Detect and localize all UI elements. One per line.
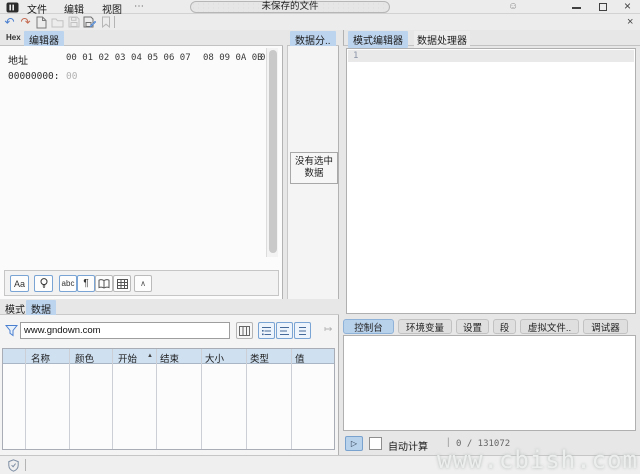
menu-bar: 文件 编辑 视图 ⋯ 未保存的文件 ☺ × (0, 0, 640, 16)
hex-column-header-right: 08 09 0A 0B (203, 53, 263, 63)
list-view-icon[interactable] (294, 322, 311, 339)
table-column-divider (156, 349, 157, 449)
column-value[interactable]: 值 (295, 351, 305, 365)
tab-data-processor[interactable]: 数据处理器 (414, 31, 470, 48)
ascii-view-button[interactable]: abc (59, 275, 77, 292)
column-start[interactable]: 开始 (118, 351, 137, 365)
new-file-icon[interactable] (34, 15, 49, 29)
auto-calc-label: 自动计算 (388, 442, 428, 453)
collapse-footer-button[interactable]: ∧ (134, 275, 152, 292)
undo-icon[interactable]: ↶ (2, 15, 17, 29)
table-columns-icon[interactable] (236, 322, 253, 339)
table-column-divider (69, 349, 70, 449)
panel-close-icon[interactable]: × (627, 16, 633, 28)
run-pattern-button[interactable]: ▷ (345, 436, 363, 451)
auto-evaluate-checkbox[interactable] (369, 437, 382, 450)
hex-column-header-left: 00 01 02 03 04 05 06 07 (66, 53, 191, 63)
hex-row-bytes[interactable]: 00 (66, 71, 77, 82)
data-inspector-tabbar: 数据分.. (287, 30, 339, 48)
toolbar-divider (114, 16, 115, 28)
flattened-view-icon[interactable] (276, 322, 293, 339)
tab-env-vars[interactable]: 环境变量 (398, 319, 452, 334)
current-line-highlight: 1 (348, 50, 634, 62)
table-view-icon[interactable] (113, 275, 131, 292)
redo-icon[interactable]: ↷ (18, 15, 33, 29)
tree-view-icon[interactable] (258, 322, 275, 339)
pattern-editor-tabbar: 模式编辑器 数据处理器 (343, 30, 640, 48)
maximize-icon[interactable] (599, 3, 607, 11)
column-type[interactable]: 类型 (250, 351, 269, 365)
table-column-divider (291, 349, 292, 449)
hex-scrollbar-thumb[interactable] (269, 50, 277, 253)
tab-console[interactable]: 控制台 (343, 319, 394, 334)
data-inspector-panel: 没有选中数据 (287, 46, 339, 299)
watermark: www.cbish.com (437, 446, 638, 474)
hex-footer-toolbar: Aa abc ¶ ∧ (4, 270, 279, 296)
close-icon[interactable]: × (624, 0, 631, 13)
color-highlight-button[interactable] (34, 275, 53, 292)
open-book-icon[interactable] (95, 275, 113, 292)
console-output-panel[interactable] (343, 335, 636, 431)
column-size[interactable]: 大小 (205, 351, 224, 365)
tab-virtual-files[interactable]: 虚拟文件.. (520, 319, 579, 334)
no-selection-message: 没有选中数据 (290, 152, 338, 184)
hex-row-address: 00000000: (8, 71, 60, 82)
column-end[interactable]: 结束 (160, 351, 179, 365)
table-column-divider (201, 349, 202, 449)
bookmark-icon[interactable] (98, 15, 113, 29)
save-as-icon[interactable] (82, 15, 97, 29)
minimize-icon[interactable] (572, 7, 581, 9)
main-toolbar: ↶ ↷ (0, 14, 640, 30)
tab-sections[interactable]: 段 (493, 319, 516, 334)
pattern-table[interactable]: 名称 颜色 开始 ▲ 结束 大小 类型 值 (2, 348, 335, 450)
pattern-data-panel: ↦ 名称 颜色 开始 ▲ 结束 大小 类型 值 (0, 315, 339, 455)
hex-scrollbar[interactable] (266, 48, 278, 257)
hex-editor-panel[interactable]: 地址 00 01 02 03 04 05 06 07 08 09 0A 0B 0… (0, 46, 283, 299)
hex-address-header: 地址 (8, 56, 28, 67)
hex-editor-tabbar: Hex 编辑器 (0, 30, 283, 48)
save-icon[interactable] (66, 15, 81, 29)
tab-debugger[interactable]: 调试器 (583, 319, 628, 334)
pilcrow-button[interactable]: ¶ (77, 275, 95, 292)
pattern-table-header: 名称 颜色 开始 ▲ 结束 大小 类型 值 (3, 349, 334, 365)
shield-icon[interactable] (8, 459, 19, 474)
menu-more[interactable]: ⋯ (134, 1, 144, 12)
column-name[interactable]: 名称 (31, 351, 50, 365)
status-divider (25, 459, 26, 471)
hex-tab-icon: Hex (6, 33, 21, 42)
tab-pattern-editor[interactable]: 模式编辑器 (348, 31, 408, 48)
pattern-code-editor[interactable]: 1 (346, 48, 636, 314)
expand-panel-icon[interactable]: ↦ (324, 324, 332, 335)
table-column-divider (246, 349, 247, 449)
tab-settings[interactable]: 设置 (456, 319, 489, 334)
open-folder-icon[interactable] (50, 15, 65, 29)
column-color[interactable]: 颜色 (75, 351, 94, 365)
uppercase-toggle-button[interactable]: Aa (10, 275, 29, 292)
feedback-smiley-icon[interactable]: ☺ (508, 0, 518, 14)
line-number: 1 (353, 51, 359, 61)
pattern-data-tabbar: 模式 数据 (0, 299, 339, 317)
pattern-filter-input[interactable] (20, 322, 230, 339)
sort-ascending-icon: ▲ (147, 353, 153, 359)
imhex-window: 文件 编辑 视图 ⋯ 未保存的文件 ☺ × ↶ ↷ Hex 编辑器 地址 00 … (0, 0, 640, 474)
table-column-divider (112, 349, 113, 449)
filter-funnel-icon[interactable] (4, 324, 19, 340)
window-title[interactable]: 未保存的文件 (190, 1, 390, 13)
table-column-divider (25, 349, 26, 449)
